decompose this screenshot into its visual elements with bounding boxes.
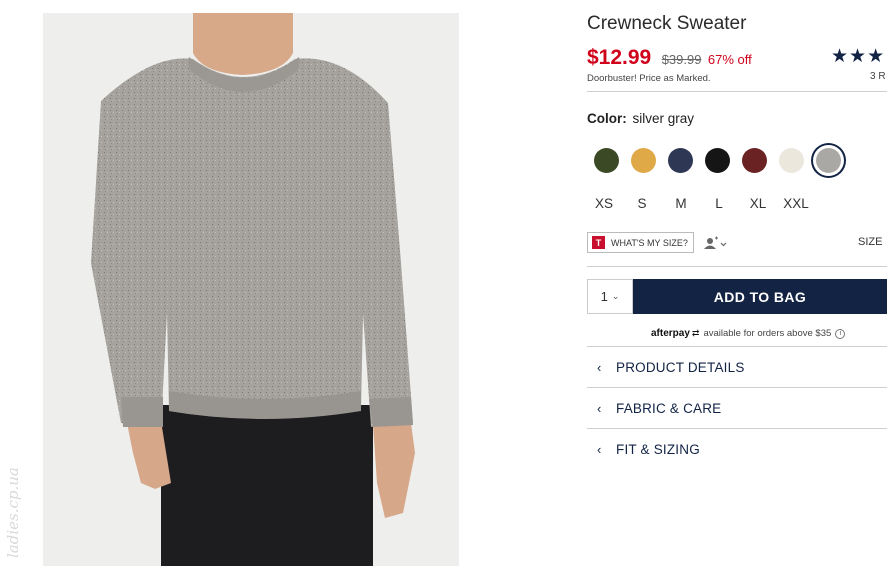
size-option-l[interactable]: L — [705, 196, 733, 211]
sweater-model-illustration — [43, 13, 459, 566]
quantity-value: 1 — [600, 289, 608, 304]
product-title: Crewneck Sweater — [587, 13, 747, 34]
afterpay-logo: afterpay — [651, 328, 690, 339]
whats-my-size-button[interactable]: T WHAT'S MY SIZE? — [587, 232, 694, 253]
accordion-label: PRODUCT DETAILS — [616, 360, 745, 375]
profile-icon[interactable] — [703, 236, 729, 250]
size-option-xl[interactable]: XL — [744, 196, 772, 211]
price-row: $12.99 $39.99 67% off — [587, 46, 752, 70]
size-option-xxl[interactable]: XXL — [782, 196, 810, 211]
product-details-panel: Crewneck Sweater $12.99 $39.99 67% off D… — [587, 0, 887, 566]
truefit-logo-icon: T — [592, 236, 605, 249]
accordion-fit-sizing[interactable]: ‹ FIT & SIZING — [587, 429, 887, 470]
size-guide-link[interactable]: SIZE — [858, 236, 882, 248]
accordion-fabric-care[interactable]: ‹ FABRIC & CARE — [587, 388, 887, 429]
chevron-left-icon: ‹ — [597, 401, 602, 416]
sale-price: $12.99 — [587, 46, 652, 69]
product-image[interactable] — [43, 13, 459, 566]
chevron-down-icon: ⌄ — [611, 291, 620, 301]
swatch-navy[interactable] — [668, 148, 693, 173]
quantity-select[interactable]: 1 ⌄ — [587, 279, 633, 314]
swatch-cream[interactable] — [779, 148, 804, 173]
chevron-left-icon: ‹ — [597, 360, 602, 375]
size-option-xs[interactable]: XS — [590, 196, 618, 211]
info-icon[interactable]: i — [835, 328, 846, 339]
discount-label: 67% off — [707, 52, 752, 67]
watermark: ladies.cp.ua — [2, 440, 24, 560]
swatch-silver-gray[interactable] — [816, 148, 841, 173]
size-option-m[interactable]: M — [667, 196, 695, 211]
afterpay-arrows-icon: ⇄ — [691, 328, 700, 338]
whats-my-size-label: WHAT'S MY SIZE? — [611, 237, 688, 248]
accordion-product-details[interactable]: ‹ PRODUCT DETAILS — [587, 347, 887, 388]
original-price: $39.99 — [661, 52, 702, 67]
promo-note: Doorbuster! Price as Marked. — [587, 73, 711, 84]
accordion-label: FIT & SIZING — [616, 442, 700, 457]
afterpay-text: available for orders above $35 — [703, 328, 832, 339]
swatch-burgundy[interactable] — [742, 148, 767, 173]
color-value: silver gray — [632, 111, 695, 126]
reviews-link[interactable]: 3 R — [870, 71, 886, 82]
color-label: Color: — [587, 111, 627, 126]
watermark-text: ladies.cp.ua — [4, 467, 22, 558]
divider — [587, 91, 887, 92]
swatch-olive[interactable] — [594, 148, 619, 173]
chevron-left-icon: ‹ — [597, 442, 602, 457]
afterpay-note: afterpay ⇄ available for orders above $3… — [651, 328, 846, 339]
rating-stars[interactable]: ★★★ — [831, 45, 885, 68]
swatch-mustard[interactable] — [631, 148, 656, 173]
color-row: Color: silver gray — [587, 111, 694, 126]
divider — [587, 266, 887, 267]
add-to-bag-button[interactable]: ADD TO BAG — [633, 279, 887, 314]
size-option-s[interactable]: S — [628, 196, 656, 211]
swatch-black[interactable] — [705, 148, 730, 173]
accordion-label: FABRIC & CARE — [616, 401, 722, 416]
